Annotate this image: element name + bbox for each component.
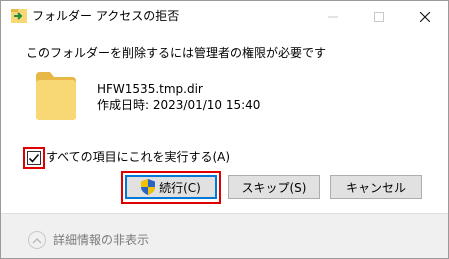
details-toggle-button[interactable] bbox=[28, 231, 46, 249]
minimize-button[interactable] bbox=[310, 1, 356, 32]
permission-message: このフォルダーを削除するには管理者の権限が必要です bbox=[26, 46, 327, 60]
file-created-date: 作成日時: 2023/01/10 15:40 bbox=[97, 98, 261, 112]
apply-all-checkbox[interactable] bbox=[27, 151, 41, 165]
skip-button[interactable]: スキップ(S) bbox=[228, 175, 320, 199]
close-button[interactable] bbox=[402, 1, 448, 32]
minimize-icon bbox=[328, 16, 338, 17]
folder-access-denied-dialog: フォルダー アクセスの拒否 このフォルダーを削除するには管理者の権限が必要です … bbox=[0, 0, 449, 259]
file-name: HFW1535.tmp.dir bbox=[97, 82, 203, 96]
chevron-up-icon bbox=[32, 237, 42, 243]
apply-all-highlight bbox=[23, 147, 45, 169]
folder-icon bbox=[36, 72, 76, 120]
apply-all-label[interactable]: すべての項目にこれを実行する(A) bbox=[46, 149, 230, 165]
close-icon bbox=[420, 11, 430, 22]
cancel-button[interactable]: キャンセル bbox=[330, 175, 422, 199]
continue-button[interactable]: 続行(C) bbox=[125, 175, 217, 199]
title-bar[interactable]: フォルダー アクセスの拒否 bbox=[1, 1, 448, 32]
continue-label: 続行(C) bbox=[159, 180, 201, 195]
details-toggle-label[interactable]: 詳細情報の非表示 bbox=[53, 232, 149, 248]
cancel-label: キャンセル bbox=[345, 180, 406, 195]
checkmark-icon bbox=[28, 153, 40, 163]
skip-label: スキップ(S) bbox=[241, 180, 307, 195]
maximize-icon bbox=[374, 11, 384, 22]
maximize-button[interactable] bbox=[356, 1, 402, 32]
move-folder-icon bbox=[11, 9, 27, 23]
window-title: フォルダー アクセスの拒否 bbox=[32, 9, 180, 23]
uac-shield-icon bbox=[141, 179, 156, 195]
